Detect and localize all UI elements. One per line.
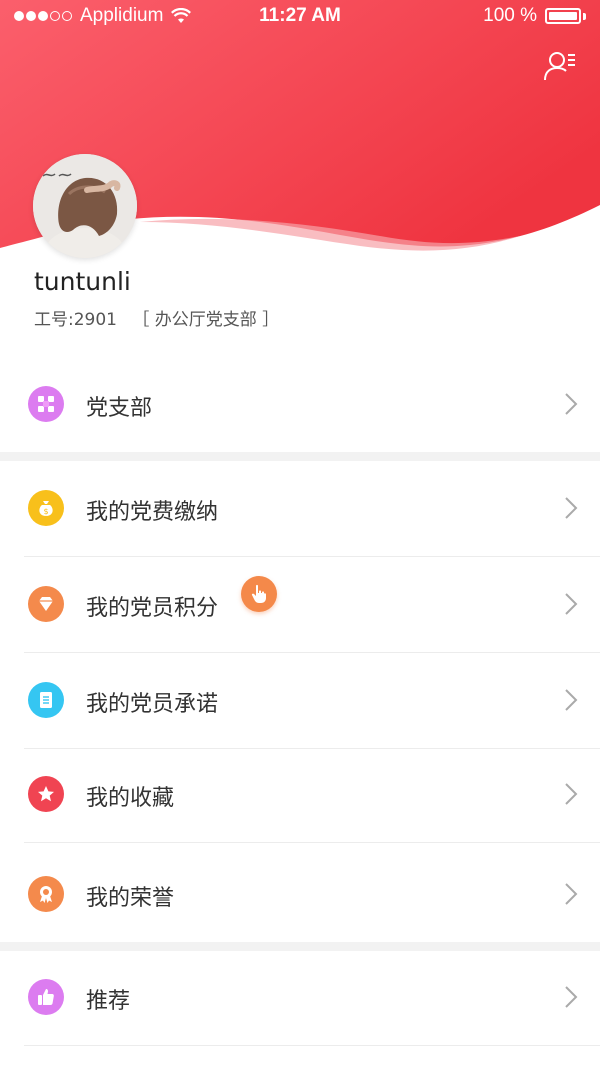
menu-label: 我的党员承诺 [86,692,219,717]
user-list-icon [544,52,575,81]
menu-item-honors[interactable]: 我的荣誉 [0,843,600,942]
status-bar: Applidium 11:27 AM 100 % [0,0,600,32]
tap-hint-badge[interactable] [241,576,277,612]
menu-label: 我的荣誉 [86,886,175,911]
diamond-icon [28,586,64,622]
chevron-right-icon [565,393,578,415]
menu-label: 推荐 [86,989,131,1014]
battery-percentage: 100 % [483,5,537,26]
grid-icon [28,386,64,422]
chevron-right-icon [565,593,578,615]
svg-text:$: $ [43,507,48,516]
menu-label: 我的党员积分 [86,596,219,621]
menu-item-party-points[interactable]: 我的党员积分 [0,557,600,652]
section-separator [0,452,600,461]
section-separator [0,942,600,951]
chevron-right-icon [565,497,578,519]
username: tuntunli [34,267,131,296]
chevron-right-icon [565,883,578,905]
menu-label: 党支部 [86,396,153,421]
divider [24,1045,600,1046]
menu-label: 我的收藏 [86,786,175,811]
battery-icon [545,8,581,24]
employee-info: 工号:2901 ［ 办公厅党支部 ］ [34,305,279,330]
menu-item-favorites[interactable]: 我的收藏 [0,749,600,842]
hand-pointer-icon [251,584,266,603]
menu-item-recommend[interactable]: 推荐 [0,951,600,1045]
star-icon [28,776,64,812]
menu-item-party-commitment[interactable]: 我的党员承诺 [0,653,600,748]
medal-icon [28,876,64,912]
thumbs-up-icon [28,979,64,1015]
menu-item-party-fee[interactable]: $ 我的党费缴纳 [0,461,600,556]
money-bag-icon: $ [28,490,64,526]
avatar[interactable] [33,154,137,258]
department-name: ［ 办公厅党支部 ］ [132,310,280,330]
chevron-right-icon [565,689,578,711]
chevron-right-icon [565,986,578,1008]
document-icon [28,682,64,718]
profile-menu-button[interactable] [542,48,578,84]
menu-item-party-branch[interactable]: 党支部 [0,356,600,452]
chevron-right-icon [565,783,578,805]
employee-id: 工号:2901 [34,310,117,330]
menu-label: 我的党费缴纳 [86,500,219,525]
